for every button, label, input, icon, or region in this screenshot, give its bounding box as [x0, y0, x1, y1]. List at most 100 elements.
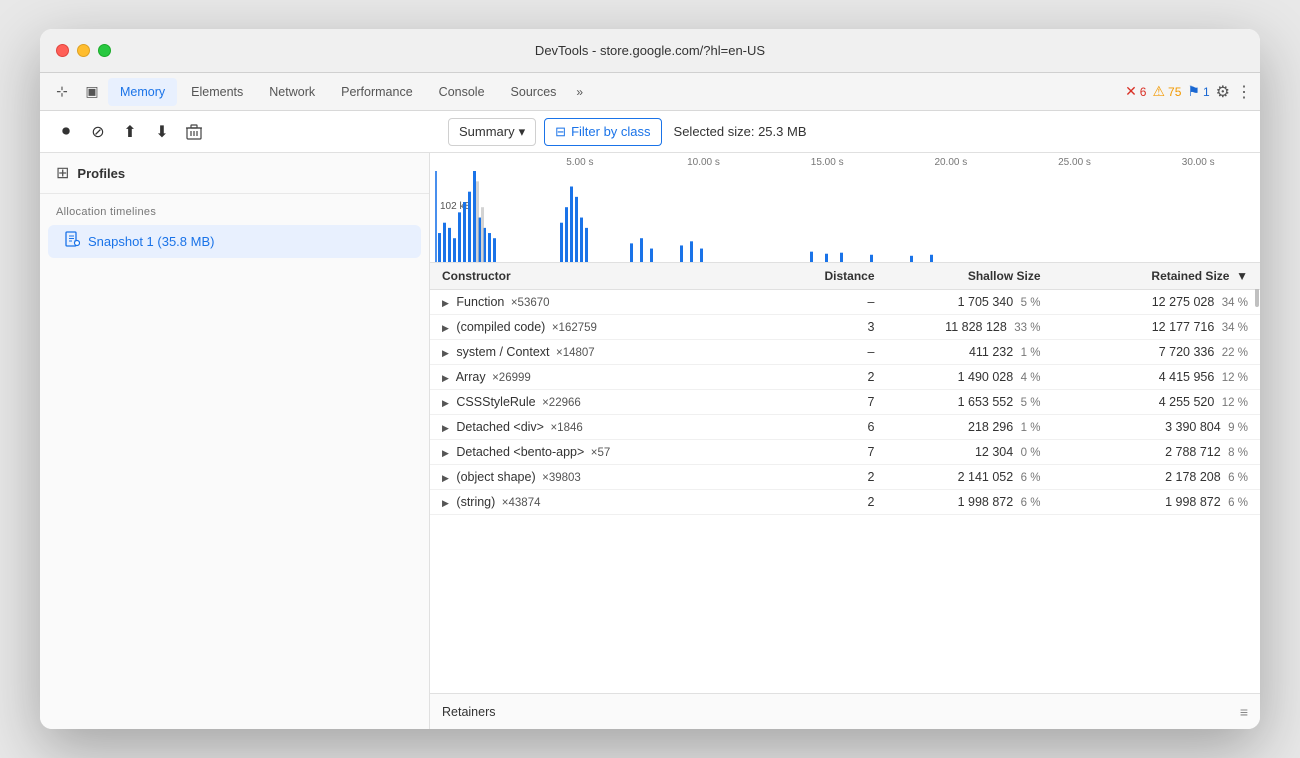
collect-garbage-button[interactable]: [180, 118, 208, 146]
col-constructor: Constructor: [430, 263, 804, 290]
table-row[interactable]: ▶ (compiled code) ×162759 3 11 828 128 3…: [430, 315, 1260, 340]
expand-icon[interactable]: ▶: [442, 373, 449, 384]
sidebar: ⊞ Profiles Allocation timelines Snapshot…: [40, 153, 430, 729]
tab-network[interactable]: Network: [257, 78, 327, 106]
filter-button[interactable]: ⊟ Filter by class: [544, 118, 661, 146]
snapshot1-label: Snapshot 1 (35.8 MB): [88, 234, 214, 249]
timeline-bars-svg: [430, 171, 1260, 262]
timeline-header: 5.00 s 10.00 s 15.00 s 20.00 s 25.00 s 3…: [430, 157, 1260, 168]
retainers-bar: Retainers ≡: [430, 693, 1260, 729]
more-menu-icon[interactable]: ⋮: [1236, 82, 1252, 102]
filter-icon: ⊟: [555, 124, 566, 140]
grid-icon[interactable]: ⊹: [48, 78, 76, 106]
table-body: ▶ Function ×53670 – 1 705 340 5 % 12 275…: [430, 290, 1260, 515]
expand-icon[interactable]: ▶: [442, 323, 449, 334]
expand-icon[interactable]: ▶: [442, 298, 449, 309]
toolbar: ⏺ ⊘ ⬆ ⬇ Summary ▾ ⊟ F: [40, 111, 1260, 153]
tabs-bar: ⊹ ▣ Memory Elements Network Performance …: [40, 73, 1260, 111]
expand-icon[interactable]: ▶: [442, 498, 449, 509]
tick-5s: 5.00 s: [518, 157, 642, 168]
toolbar-left: ⏺ ⊘ ⬆ ⬇: [48, 118, 438, 146]
retainers-label: Retainers: [442, 705, 496, 719]
clear-button[interactable]: ⊘: [84, 118, 112, 146]
error-badge[interactable]: ✕ 6: [1125, 83, 1146, 100]
devtools-window: DevTools - store.google.com/?hl=en-US ⊹ …: [40, 29, 1260, 729]
selected-size-label: Selected size: 25.3 MB: [674, 124, 807, 139]
save-button[interactable]: ⬇: [148, 118, 176, 146]
scrollbar[interactable]: [1254, 263, 1260, 693]
filter-label: Filter by class: [571, 124, 650, 139]
tab-elements[interactable]: Elements: [179, 78, 255, 106]
error-icon: ✕: [1125, 83, 1137, 100]
tab-memory[interactable]: Memory: [108, 78, 177, 106]
warning-badge[interactable]: ⚠ 75: [1152, 83, 1181, 100]
toolbar-right: Summary ▾ ⊟ Filter by class Selected siz…: [440, 118, 1252, 146]
constructor-cell: ▶ CSSStyleRule ×22966: [430, 390, 804, 415]
table-row[interactable]: ▶ system / Context ×14807 – 411 232 1 % …: [430, 340, 1260, 365]
title-bar: DevTools - store.google.com/?hl=en-US: [40, 29, 1260, 73]
profiles-icon: ⊞: [56, 163, 69, 183]
info-count: 1: [1203, 85, 1210, 99]
tab-sources[interactable]: Sources: [499, 78, 569, 106]
tick-25s: 25.00 s: [1013, 157, 1137, 168]
table-row[interactable]: ▶ CSSStyleRule ×22966 7 1 653 552 5 % 4 …: [430, 390, 1260, 415]
table-area[interactable]: Constructor Distance Shallow Size Retain…: [430, 263, 1260, 693]
timeline-cursor: [435, 171, 437, 262]
window-icon[interactable]: ▣: [78, 78, 106, 106]
close-button[interactable]: [56, 44, 69, 57]
load-button[interactable]: ⬆: [116, 118, 144, 146]
table-row[interactable]: ▶ Array ×26999 2 1 490 028 4 % 4 415 956…: [430, 365, 1260, 390]
dropdown-arrow-icon: ▾: [519, 124, 526, 140]
col-retained[interactable]: Retained Size ▼: [1053, 263, 1261, 290]
warning-count: 75: [1168, 85, 1181, 99]
tick-15s: 15.00 s: [765, 157, 889, 168]
record-button[interactable]: ⏺: [52, 118, 80, 146]
table-header: Constructor Distance Shallow Size Retain…: [430, 263, 1260, 290]
more-tabs-button[interactable]: »: [570, 85, 589, 99]
allocation-timelines-label: Allocation timelines: [40, 194, 429, 224]
sidebar-item-snapshot1[interactable]: Snapshot 1 (35.8 MB): [48, 225, 421, 258]
settings-icon[interactable]: ⚙: [1216, 82, 1230, 102]
retainers-menu-icon[interactable]: ≡: [1240, 704, 1248, 720]
table-row[interactable]: ▶ (string) ×43874 2 1 998 872 6 % 1 998 …: [430, 490, 1260, 515]
main-content: ⊞ Profiles Allocation timelines Snapshot…: [40, 153, 1260, 729]
table-row[interactable]: ▶ Detached <bento-app> ×57 7 12 304 0 % …: [430, 440, 1260, 465]
tab-performance[interactable]: Performance: [329, 78, 425, 106]
col-distance: Distance: [804, 263, 887, 290]
col-shallow: Shallow Size: [887, 263, 1053, 290]
tab-console[interactable]: Console: [427, 78, 497, 106]
expand-icon[interactable]: ▶: [442, 398, 449, 409]
constructor-cell: ▶ (compiled code) ×162759: [430, 315, 804, 340]
constructor-cell: ▶ (object shape) ×39803: [430, 465, 804, 490]
memory-table: Constructor Distance Shallow Size Retain…: [430, 263, 1260, 515]
expand-icon[interactable]: ▶: [442, 448, 449, 459]
summary-dropdown[interactable]: Summary ▾: [448, 118, 536, 146]
table-row[interactable]: ▶ (object shape) ×39803 2 2 141 052 6 % …: [430, 465, 1260, 490]
snapshot-icon: [64, 231, 80, 252]
traffic-lights: [56, 44, 111, 57]
expand-icon[interactable]: ▶: [442, 348, 449, 359]
window-title: DevTools - store.google.com/?hl=en-US: [535, 43, 765, 58]
constructor-cell: ▶ Detached <bento-app> ×57: [430, 440, 804, 465]
table-row[interactable]: ▶ Function ×53670 – 1 705 340 5 % 12 275…: [430, 290, 1260, 315]
expand-icon[interactable]: ▶: [442, 423, 449, 434]
constructor-cell: ▶ (string) ×43874: [430, 490, 804, 515]
tick-10s: 10.00 s: [642, 157, 766, 168]
maximize-button[interactable]: [98, 44, 111, 57]
profiles-title: Profiles: [77, 166, 125, 181]
minimize-button[interactable]: [77, 44, 90, 57]
tabs-right-area: ✕ 6 ⚠ 75 ⚑ 1 ⚙ ⋮: [1125, 82, 1252, 102]
info-badge[interactable]: ⚑ 1: [1187, 83, 1209, 100]
error-count: 6: [1140, 85, 1147, 99]
right-panel: 5.00 s 10.00 s 15.00 s 20.00 s 25.00 s 3…: [430, 153, 1260, 729]
timeline-chart: 5.00 s 10.00 s 15.00 s 20.00 s 25.00 s 3…: [430, 153, 1260, 263]
constructor-cell: ▶ system / Context ×14807: [430, 340, 804, 365]
info-icon: ⚑: [1187, 83, 1200, 100]
sidebar-header: ⊞ Profiles: [40, 153, 429, 194]
tick-30s: 30.00 s: [1136, 157, 1260, 168]
constructor-cell: ▶ Detached <div> ×1846: [430, 415, 804, 440]
expand-icon[interactable]: ▶: [442, 473, 449, 484]
constructor-cell: ▶ Function ×53670: [430, 290, 804, 315]
table-row[interactable]: ▶ Detached <div> ×1846 6 218 296 1 % 3 3…: [430, 415, 1260, 440]
constructor-cell: ▶ Array ×26999: [430, 365, 804, 390]
